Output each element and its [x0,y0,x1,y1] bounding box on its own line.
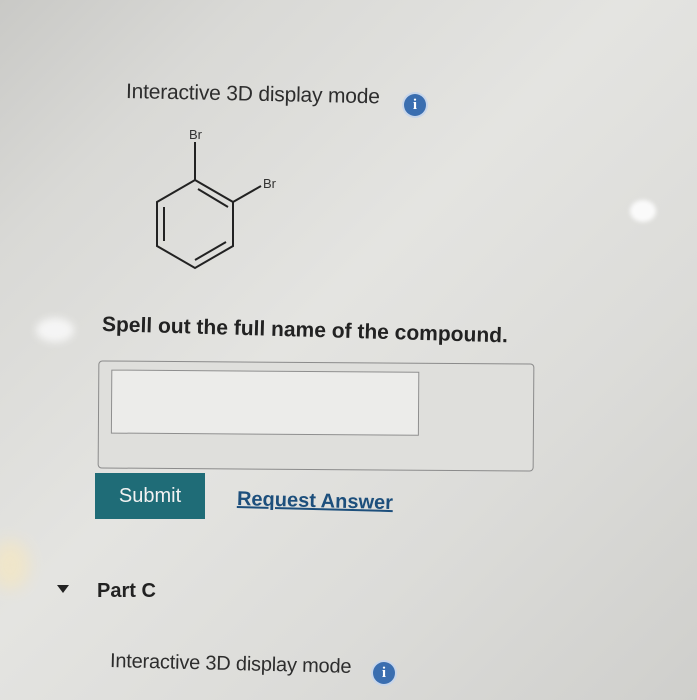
screen-glare [36,318,74,342]
submit-button[interactable]: Submit [95,473,205,519]
answer-input[interactable] [110,369,420,436]
bond-side [232,185,262,203]
question-text: Spell out the full name of the compound. [101,313,509,348]
benzene-ring [156,178,234,270]
screen-glare [630,200,656,222]
caret-down-icon[interactable] [57,585,69,593]
display-mode-label: Interactive 3D display mode [109,650,352,678]
request-answer-link[interactable]: Request Answer [237,488,393,515]
part-c-title[interactable]: Part C [97,580,156,603]
page: Interactive 3D display mode i Br Br Spel… [0,0,697,700]
molecule-structure[interactable]: Br Br [145,120,305,280]
info-icon[interactable]: i [404,94,426,116]
answer-container [97,360,535,472]
substituent-side-label: Br [263,176,277,191]
screen-glare [0,540,30,590]
substituent-top-label: Br [189,127,203,142]
info-icon[interactable]: i [373,662,395,684]
display-mode-label: Interactive 3D display mode [125,80,380,109]
